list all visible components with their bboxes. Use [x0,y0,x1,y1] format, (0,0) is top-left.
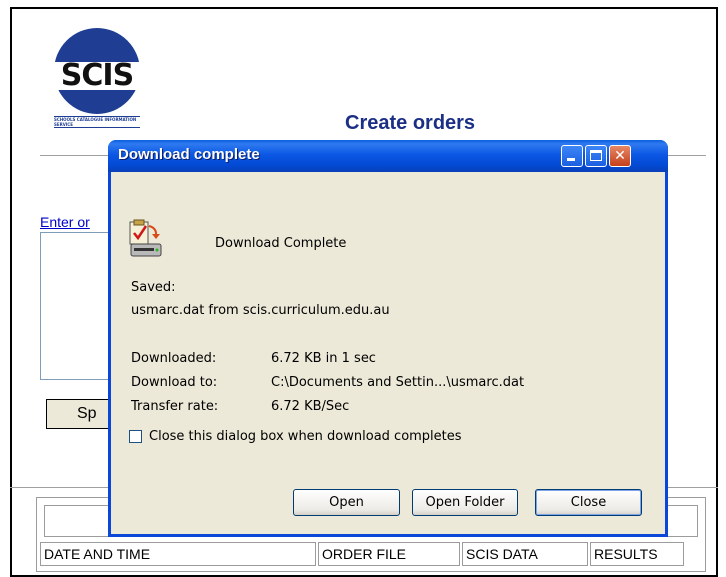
close-icon[interactable]: ✕ [609,145,631,167]
download-complete-icon [129,219,162,257]
enter-orders-link[interactable]: Enter or [40,214,90,230]
transfer-rate-label: Transfer rate: [131,399,219,414]
close-when-complete-checkbox[interactable] [129,430,142,443]
download-to-label: Download to: [131,375,218,390]
logo-text: SCIS [48,61,146,91]
col-scis-data: SCIS DATA [462,542,588,566]
page-title: Create orders [345,112,476,134]
col-order-file: ORDER FILE [318,542,460,566]
maximize-icon[interactable] [585,145,607,167]
results-table-header: DATE AND TIME ORDER FILE SCIS DATA RESUL… [40,542,706,566]
downloaded-value: 6.72 KB in 1 sec [271,351,376,366]
saved-value: usmarc.dat from scis.curriculum.edu.au [131,303,390,318]
close-when-complete-label[interactable]: Close this dialog box when download comp… [149,429,462,444]
open-folder-button[interactable]: Open Folder [412,489,518,516]
dialog-title: Download complete [118,146,260,163]
minimize-icon[interactable] [561,145,583,167]
col-results: RESULTS [590,542,684,566]
saved-label: Saved: [131,280,176,295]
downloaded-label: Downloaded: [131,351,217,366]
open-button[interactable]: Open [293,489,400,516]
download-complete-dialog: Download complete ✕ Download Complete Sa… [108,140,668,537]
dialog-heading: Download Complete [215,236,347,251]
col-date-and-time: DATE AND TIME [40,542,316,566]
scis-logo: SCIS SCHOOLS CATALOGUE INFORMATION SERVI… [48,28,146,130]
download-to-value: C:\Documents and Settin...\usmarc.dat [271,375,525,390]
close-button[interactable]: Close [535,489,642,516]
logo-subtext: SCHOOLS CATALOGUE INFORMATION SERVICE [54,116,140,128]
transfer-rate-value: 6.72 KB/Sec [271,399,350,414]
dialog-titlebar[interactable]: Download complete ✕ [108,140,668,172]
